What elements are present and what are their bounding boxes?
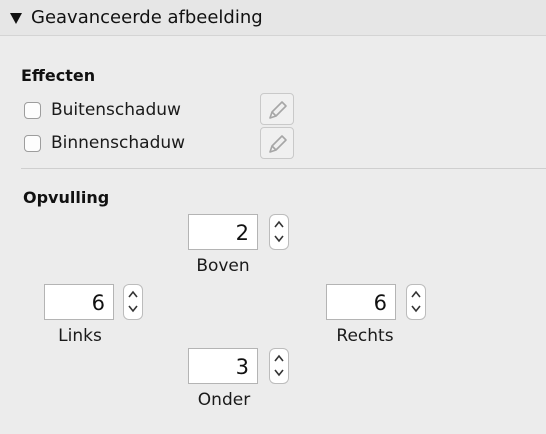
padding-left-field[interactable]: 6 [44, 284, 114, 320]
inner-shadow-row[interactable]: Binnenschaduw [24, 133, 224, 157]
padding-right-field[interactable]: 6 [326, 284, 396, 320]
padding-bottom-field[interactable]: 3 [188, 348, 258, 384]
padding-top-field[interactable]: 2 [188, 214, 258, 250]
padding-left-value[interactable]: 6 [92, 291, 105, 315]
effects-title: Effecten [21, 66, 96, 85]
padding-bottom-stepper[interactable] [269, 348, 289, 384]
chevron-down-icon[interactable] [411, 303, 421, 315]
outer-shadow-edit-button[interactable] [260, 93, 294, 125]
padding-top-label: Boven [196, 256, 250, 276]
chevron-down-icon[interactable] [274, 367, 284, 379]
chevron-up-icon[interactable] [274, 219, 284, 231]
disclosure-triangle-icon[interactable] [10, 13, 22, 24]
pencil-icon [269, 135, 287, 153]
chevron-up-icon[interactable] [128, 289, 138, 301]
padding-right-stepper[interactable] [406, 284, 426, 320]
padding-right-label: Rechts [336, 326, 394, 346]
padding-bottom-label: Onder [197, 390, 251, 410]
section-header[interactable]: Geavanceerde afbeelding [0, 0, 546, 36]
inner-shadow-checkbox[interactable] [24, 135, 41, 152]
chevron-down-icon[interactable] [274, 233, 284, 245]
advanced-image-panel: Geavanceerde afbeelding Effecten Buitens… [0, 0, 546, 434]
section-title: Geavanceerde afbeelding [31, 7, 263, 28]
pencil-icon [269, 101, 287, 119]
separator [21, 168, 546, 169]
padding-bottom-value[interactable]: 3 [236, 355, 249, 379]
padding-title: Opvulling [23, 188, 110, 207]
outer-shadow-row[interactable]: Buitenschaduw [24, 100, 224, 124]
padding-left-stepper[interactable] [123, 284, 143, 320]
padding-top-stepper[interactable] [269, 214, 289, 250]
padding-right-value[interactable]: 6 [374, 291, 387, 315]
outer-shadow-label[interactable]: Buitenschaduw [51, 100, 181, 120]
inner-shadow-label[interactable]: Binnenschaduw [51, 133, 185, 153]
padding-top-value[interactable]: 2 [236, 221, 249, 245]
outer-shadow-checkbox[interactable] [24, 102, 41, 119]
padding-left-label: Links [58, 326, 102, 346]
chevron-down-icon[interactable] [128, 303, 138, 315]
inner-shadow-edit-button[interactable] [260, 127, 294, 159]
chevron-up-icon[interactable] [411, 289, 421, 301]
chevron-up-icon[interactable] [274, 353, 284, 365]
